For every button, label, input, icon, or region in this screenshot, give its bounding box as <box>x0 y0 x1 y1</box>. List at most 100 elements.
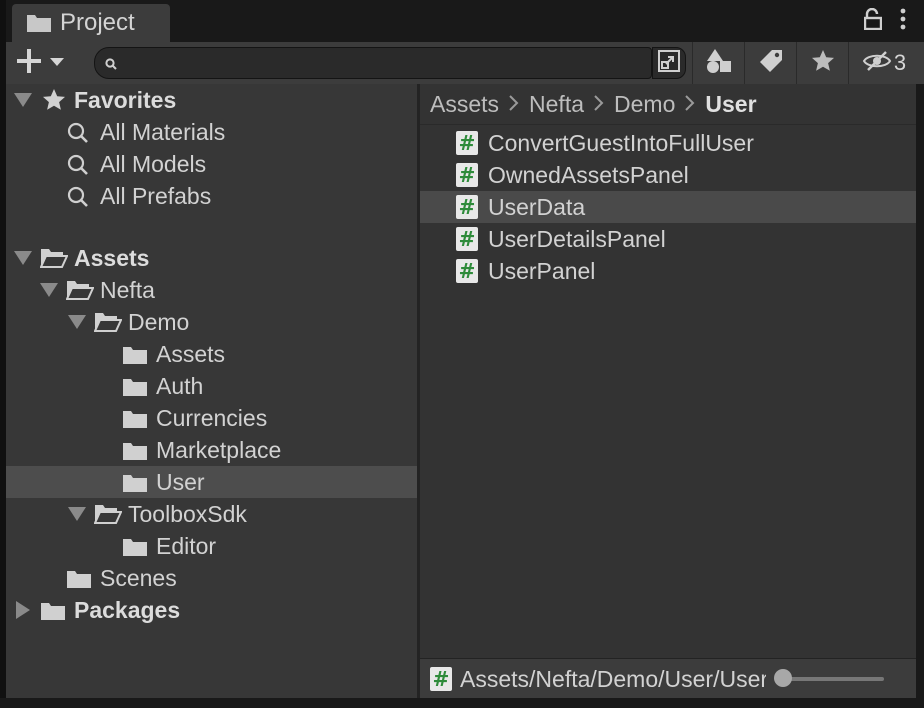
tree-folder[interactable]: Marketplace <box>6 434 417 466</box>
tree-label: Nefta <box>100 276 155 303</box>
tree-folder-selected[interactable]: User <box>6 466 417 498</box>
search-scope-icon <box>658 49 680 77</box>
list-item-selected[interactable]: # UserData <box>420 191 916 223</box>
search-input[interactable] <box>125 51 639 77</box>
csharp-script-icon: # <box>456 227 478 251</box>
file-name: UserData <box>488 193 586 220</box>
search-field[interactable] <box>94 47 652 79</box>
tree-folder[interactable]: Assets <box>6 338 417 370</box>
tree-label: Scenes <box>100 564 177 591</box>
tab-project[interactable]: Project <box>12 4 170 42</box>
tree-label: Assets <box>74 244 150 271</box>
tree-folder-scenes[interactable]: Scenes <box>6 562 417 594</box>
tree-label: Packages <box>74 596 181 623</box>
kebab-menu-icon[interactable] <box>900 8 906 35</box>
file-name: ConvertGuestIntoFullUser <box>488 129 754 156</box>
hidden-count: 3 <box>893 50 907 75</box>
folder-icon <box>26 13 52 33</box>
search-by-label-button[interactable] <box>744 42 797 84</box>
tree-favorite-item[interactable]: All Prefabs <box>6 180 417 212</box>
tree-label: All Models <box>100 150 207 177</box>
expand-arrow-icon[interactable] <box>68 507 86 521</box>
list-item[interactable]: # ConvertGuestIntoFullUser <box>420 127 916 159</box>
tab-label: Project <box>60 9 135 36</box>
folder-icon <box>66 568 92 595</box>
file-name: UserDetailsPanel <box>488 225 666 252</box>
collapse-arrow-icon[interactable] <box>16 601 30 619</box>
status-bar: # Assets/Nefta/Demo/User/UserData.cs <box>420 658 916 699</box>
search-icon <box>66 153 90 183</box>
tree-label: Currencies <box>156 404 268 431</box>
tree-packages[interactable]: Packages <box>6 594 417 626</box>
tree-label: Auth <box>156 372 204 399</box>
tree-folder-demo[interactable]: Demo <box>6 306 417 338</box>
tree-folder[interactable]: Auth <box>6 370 417 402</box>
tab-bar: Project <box>6 0 924 42</box>
hidden-packages-button[interactable]: 3 <box>848 42 919 84</box>
selected-asset-path: Assets/Nefta/Demo/User/UserData.cs <box>460 665 766 692</box>
list-item[interactable]: # UserDetailsPanel <box>420 223 916 255</box>
asset-list-panel: Assets Nefta Demo User # ConvertGuestInt… <box>420 84 916 699</box>
breadcrumb-item[interactable]: Assets <box>430 91 499 118</box>
tree-favorite-item[interactable]: All Materials <box>6 116 417 148</box>
expand-arrow-icon[interactable] <box>14 93 32 107</box>
folder-open-icon <box>93 503 123 531</box>
tree-favorites[interactable]: Favorites <box>6 84 417 116</box>
expand-arrow-icon[interactable] <box>68 315 86 329</box>
tree-label: Editor <box>156 532 217 559</box>
csharp-script-icon: # <box>456 163 478 187</box>
file-name: UserPanel <box>488 257 596 284</box>
tree-label: Assets <box>156 340 226 367</box>
zoom-slider-thumb[interactable] <box>774 669 792 687</box>
csharp-script-icon: # <box>430 667 452 691</box>
file-name: OwnedAssetsPanel <box>488 161 689 188</box>
list-item[interactable]: # OwnedAssetsPanel <box>420 159 916 191</box>
tree-favorite-item[interactable]: All Models <box>6 148 417 180</box>
tree-folder[interactable]: Currencies <box>6 402 417 434</box>
tree-label: All Materials <box>100 118 226 145</box>
window-edge <box>0 698 924 708</box>
csharp-script-icon: # <box>456 131 478 155</box>
search-mode-button[interactable] <box>652 47 686 79</box>
create-button[interactable] <box>16 48 76 78</box>
search-by-type-button[interactable] <box>692 42 745 84</box>
tree-label: ToolboxSdk <box>128 500 247 527</box>
toolbar: 3 <box>6 42 924 85</box>
folder-icon <box>122 376 148 403</box>
folder-icon <box>122 472 148 499</box>
tree-folder-nefta[interactable]: Nefta <box>6 274 417 306</box>
folder-icon <box>122 536 148 563</box>
tree-assets[interactable]: Assets <box>6 242 417 274</box>
tree-label: All Prefabs <box>100 182 212 209</box>
search-icon <box>66 121 90 151</box>
chevron-right-icon <box>594 91 604 117</box>
zoom-slider-track[interactable] <box>776 677 884 681</box>
breadcrumb-current[interactable]: User <box>705 91 756 118</box>
tree-label: Marketplace <box>156 436 282 463</box>
expand-arrow-icon[interactable] <box>40 283 58 297</box>
csharp-script-icon: # <box>456 259 478 283</box>
tree-folder-toolbox[interactable]: ToolboxSdk <box>6 498 417 530</box>
tree-folder[interactable]: Editor <box>6 530 417 562</box>
folder-icon <box>40 600 66 627</box>
folder-open-icon <box>65 279 95 307</box>
folder-icon <box>122 440 148 467</box>
caret-down-icon <box>50 54 64 72</box>
type-filter-icon <box>706 48 732 79</box>
plus-icon <box>16 48 42 79</box>
tree-label: Favorites <box>74 86 177 113</box>
chevron-right-icon <box>685 91 695 117</box>
list-item[interactable]: # UserPanel <box>420 255 916 287</box>
search-icon <box>105 57 117 70</box>
folder-open-icon <box>93 311 123 339</box>
expand-arrow-icon[interactable] <box>14 251 32 265</box>
breadcrumb-item[interactable]: Demo <box>614 91 675 118</box>
window-edge <box>916 84 924 698</box>
folder-open-icon <box>39 247 69 275</box>
star-icon <box>42 88 66 118</box>
tree-label: User <box>156 468 205 495</box>
lock-icon[interactable] <box>863 7 883 35</box>
breadcrumb-item[interactable]: Nefta <box>529 91 584 118</box>
favorites-filter-button[interactable] <box>796 42 849 84</box>
folder-tree: Favorites All Materials All Models All P… <box>6 84 417 698</box>
